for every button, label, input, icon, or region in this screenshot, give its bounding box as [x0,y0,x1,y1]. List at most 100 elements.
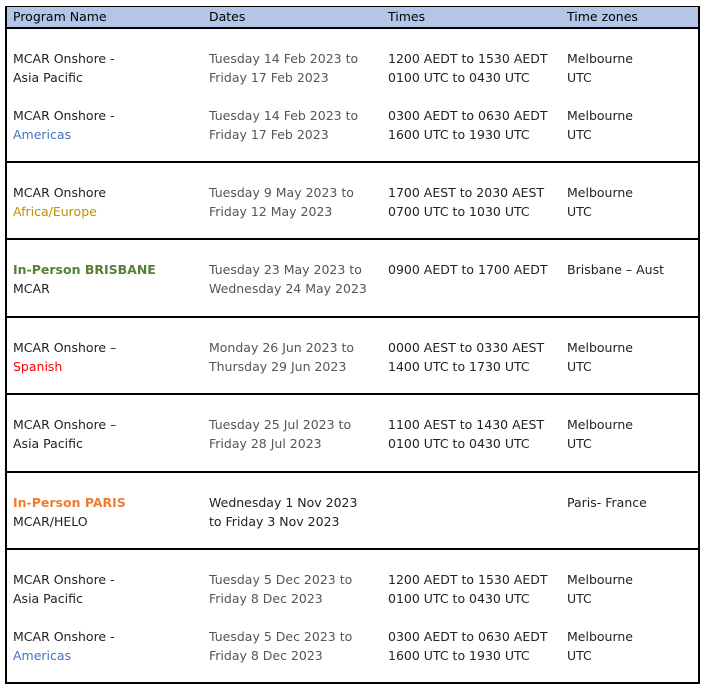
time-utc: 0100 UTC to 0430 UTC [388,70,530,85]
time-local: 0300 AEDT to 0630 AEDT [388,108,548,123]
program-region: Africa/Europe [13,204,97,219]
time-local: 0900 AEDT to 1700 AEDT [388,262,548,277]
dates-cell: Wednesday 1 Nov 2023 to Friday 3 Nov 2023 [203,472,382,550]
timezone-city: Melbourne [567,340,633,355]
date-start: Tuesday 5 Dec 2023 to [209,629,353,644]
dates-cell: Tuesday 14 Feb 2023 to Friday 17 Feb 2023… [203,28,382,163]
date-start: Tuesday 14 Feb 2023 to [209,108,359,123]
date-end: Friday 17 Feb 2023 [209,127,329,142]
program-entry: MCAR Onshore - Americas [13,627,203,665]
times-cell [382,472,561,550]
date-end: Friday 8 Dec 2023 [209,591,323,606]
date-start: Monday 26 Jun 2023 to [209,340,355,355]
program-cell: In-Person PARIS MCAR/HELO [6,472,203,550]
table-row: MCAR Onshore – Asia Pacific Tuesday 25 Ju… [6,394,699,473]
times-cell: 0900 AEDT to 1700 AEDT [382,239,561,318]
timezone-cell: Melbourne UTC [561,394,699,473]
program-region: Asia Pacific [13,591,83,606]
time-local: 1200 AEDT to 1530 AEDT [388,51,548,66]
times-entry: 1200 AEDT to 1530 AEDT 0100 UTC to 0430 U… [388,570,561,608]
program-cell: MCAR Onshore - Asia Pacific MCAR Onshore … [6,28,203,163]
timezone-entry: Melbourne UTC [567,49,698,87]
timezone-city: Melbourne [567,417,633,432]
timezone-city: Melbourne [567,108,633,123]
timezone-utc: UTC [567,204,592,219]
times-entry: 0300 AEDT to 0630 AEDT 1600 UTC to 1930 U… [388,627,561,665]
program-region: Spanish [13,359,63,374]
time-local: 0000 AEST to 0330 AEST [388,340,545,355]
date-start: Tuesday 23 May 2023 to [209,262,362,277]
dates-cell: Tuesday 9 May 2023 to Friday 12 May 2023 [203,162,382,240]
dates-entry: Tuesday 14 Feb 2023 to Friday 17 Feb 2023 [209,106,382,144]
time-utc: 1400 UTC to 1730 UTC [388,359,530,374]
timezone-cell: Brisbane – Aust [561,239,699,318]
schedule-table: Program Name Dates Times Time zones MCAR… [5,6,700,684]
dates-entry: Tuesday 5 Dec 2023 to Friday 8 Dec 2023 [209,570,382,608]
times-cell: 0000 AEST to 0330 AEST 1400 UTC to 1730 U… [382,317,561,395]
header-times: Times [382,6,561,29]
date-start: Tuesday 9 May 2023 to [209,185,354,200]
time-utc: 1600 UTC to 1930 UTC [388,648,530,663]
time-local: 0300 AEDT to 0630 AEDT [388,629,548,644]
program-cell: MCAR Onshore – Spanish [6,317,203,395]
dates-cell: Tuesday 25 Jul 2023 to Friday 28 Jul 2023 [203,394,382,473]
program-region: Americas [13,648,72,663]
dates-cell: Tuesday 23 May 2023 to Wednesday 24 May 2… [203,239,382,318]
program-region: Asia Pacific [13,436,83,451]
times-entry: 1200 AEDT to 1530 AEDT 0100 UTC to 0430 U… [388,49,561,87]
table-row: MCAR Onshore - Asia Pacific MCAR Onshore … [6,28,699,163]
table-row: MCAR Onshore - Asia Pacific MCAR Onshore … [6,549,699,684]
timezone-utc: UTC [567,591,592,606]
program-name: In-Person PARIS [13,495,126,510]
program-name: MCAR Onshore [13,185,107,200]
timezone-cell: Melbourne UTC [561,317,699,395]
program-name: MCAR Onshore - [13,572,115,587]
program-name: MCAR Onshore – [13,340,117,355]
date-start: Wednesday 1 Nov 2023 [209,495,358,510]
timezone-city: Melbourne [567,51,633,66]
date-end: Friday 8 Dec 2023 [209,648,323,663]
table-row: In-Person PARIS MCAR/HELO Wednesday 1 Nov… [6,472,699,550]
program-name: In-Person BRISBANE [13,262,156,277]
program-region: MCAR [13,281,50,296]
times-cell: 1700 AEST to 2030 AEST 0700 UTC to 1030 U… [382,162,561,240]
timezone-entry: Melbourne UTC [567,570,698,608]
timezone-cell: Melbourne UTC Melbourne UTC [561,28,699,163]
time-utc: 0700 UTC to 1030 UTC [388,204,530,219]
table-row: MCAR Onshore – Spanish Monday 26 Jun 2023… [6,317,699,395]
timezone-city: Melbourne [567,572,633,587]
program-name: MCAR Onshore – [13,417,117,432]
date-start: Tuesday 5 Dec 2023 to [209,572,353,587]
timezone-city: Melbourne [567,629,633,644]
time-utc: 1600 UTC to 1930 UTC [388,127,530,142]
timezone-city: Melbourne [567,185,633,200]
program-region: Americas [13,127,72,142]
time-local: 1100 AEST to 1430 AEST [388,417,545,432]
program-cell: MCAR Onshore Africa/Europe [6,162,203,240]
program-cell: MCAR Onshore – Asia Pacific [6,394,203,473]
times-cell: 1100 AEST to 1430 AEST 0100 UTC to 0430 U… [382,394,561,473]
date-end: Wednesday 24 May 2023 [209,281,367,296]
timezone-entry: Melbourne UTC [567,106,698,144]
program-name: MCAR Onshore - [13,108,115,123]
dates-entry: Tuesday 5 Dec 2023 to Friday 8 Dec 2023 [209,627,382,665]
header-dates: Dates [203,6,382,29]
header-program-name: Program Name [6,6,203,29]
timezone-city: Paris- France [567,495,647,510]
timezone-cell: Melbourne UTC [561,162,699,240]
date-end: Friday 17 Feb 2023 [209,70,329,85]
timezone-city: Brisbane – Aust [567,262,664,277]
timezone-cell: Paris- France [561,472,699,550]
program-cell: MCAR Onshore - Asia Pacific MCAR Onshore … [6,549,203,684]
timezone-utc: UTC [567,436,592,451]
table-row: MCAR Onshore Africa/Europe Tuesday 9 May … [6,162,699,240]
times-cell: 1200 AEDT to 1530 AEDT 0100 UTC to 0430 U… [382,549,561,684]
dates-cell: Monday 26 Jun 2023 to Thursday 29 Jun 202… [203,317,382,395]
date-end: to Friday 3 Nov 2023 [209,514,340,529]
timezone-utc: UTC [567,127,592,142]
time-local: 1700 AEST to 2030 AEST [388,185,545,200]
timezone-utc: UTC [567,359,592,374]
dates-cell: Tuesday 5 Dec 2023 to Friday 8 Dec 2023 T… [203,549,382,684]
time-utc: 0100 UTC to 0430 UTC [388,436,530,451]
times-entry: 0300 AEDT to 0630 AEDT 1600 UTC to 1930 U… [388,106,561,144]
